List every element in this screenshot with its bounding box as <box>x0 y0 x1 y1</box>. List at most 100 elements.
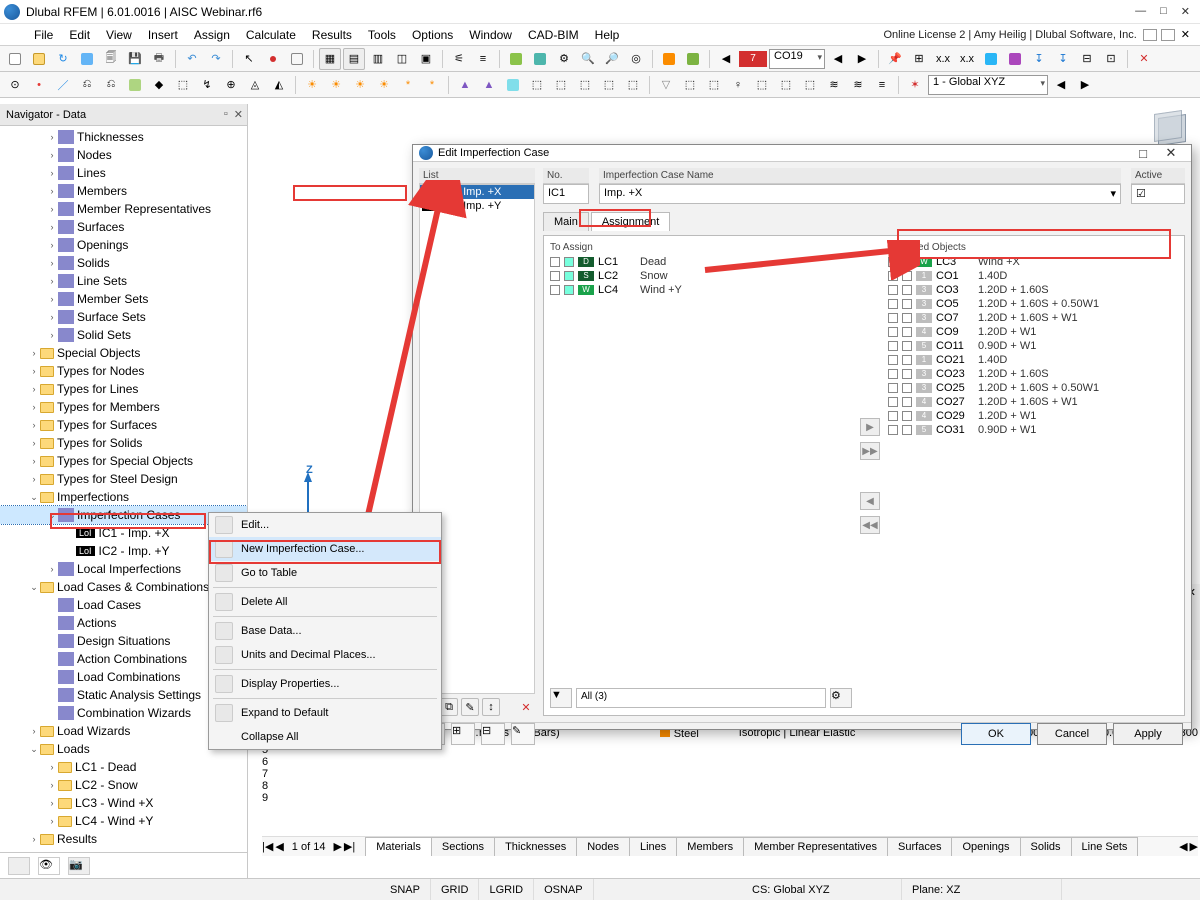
minimize-button[interactable]: — <box>1135 5 1146 18</box>
chart1-icon[interactable] <box>658 48 680 70</box>
menu-item[interactable]: Go to Table <box>209 561 441 585</box>
assigned-row[interactable]: 3CO71.20D + 1.60S + W1 <box>888 311 1178 325</box>
model-icon[interactable] <box>76 48 98 70</box>
assigned-row[interactable]: 5CO310.90D + W1 <box>888 423 1178 437</box>
assigned-row[interactable]: 3CO31.20D + 1.60S <box>888 283 1178 297</box>
menu-results[interactable]: Results <box>304 26 360 44</box>
tree-item[interactable]: ›LC1 - Dead <box>0 758 247 776</box>
tree-item[interactable]: ›LC2 - Snow <box>0 776 247 794</box>
to-assign-row[interactable]: WLC4Wind +Y <box>550 283 852 297</box>
solid1-icon[interactable] <box>505 48 527 70</box>
menu-cadbim[interactable]: CAD-BIM <box>520 26 587 44</box>
search-icon[interactable]: 🔍 <box>577 48 599 70</box>
menu-item[interactable]: Base Data... <box>209 619 441 643</box>
tree-item[interactable]: ›Thicknesses <box>0 128 247 146</box>
bottom-tab[interactable]: Solids <box>1020 837 1072 856</box>
first-page-icon[interactable]: |◀ <box>262 840 273 853</box>
assigned-row[interactable]: 4CO91.20D + W1 <box>888 325 1178 339</box>
tree-item[interactable]: ›Types for Solids <box>0 434 247 452</box>
t2-21-icon[interactable] <box>502 74 524 96</box>
name-field[interactable]: Imp. +X▾ <box>599 184 1121 204</box>
grid5-icon[interactable]: ▣ <box>415 48 437 70</box>
next-page-icon[interactable]: ▶ <box>333 840 341 853</box>
coord-system-combo[interactable]: 1 - Global XYZ <box>928 75 1048 95</box>
foot-4-icon[interactable]: ✎ <box>511 723 535 745</box>
coord-icon[interactable]: ✶ <box>904 74 926 96</box>
t2-11-icon[interactable]: ◬ <box>244 74 266 96</box>
load3-icon[interactable]: ↧ <box>1028 48 1050 70</box>
t2-8-icon[interactable]: ⬚ <box>172 74 194 96</box>
scroll-left-icon[interactable]: ◀ <box>1179 840 1187 853</box>
t2-29-icon[interactable]: ⬚ <box>703 74 725 96</box>
grid1-icon[interactable]: ▦ <box>319 48 341 70</box>
last-page-icon[interactable]: ▶| <box>344 840 355 853</box>
apply-button[interactable]: Apply <box>1113 723 1183 745</box>
calc-icon[interactable]: ⚙ <box>553 48 575 70</box>
list-copy-icon[interactable]: ⧉ <box>440 698 458 716</box>
assigned-row[interactable]: 3CO231.20D + 1.60S <box>888 367 1178 381</box>
filter-opt-icon[interactable]: ⚙ <box>830 688 852 708</box>
menu-insert[interactable]: Insert <box>140 26 186 44</box>
dim-icon[interactable]: ⊞ <box>908 48 930 70</box>
no-field[interactable]: IC1 <box>543 184 589 204</box>
coord-nav-left-icon[interactable]: ◀ <box>1050 74 1072 96</box>
zoom-icon[interactable]: 🔎 <box>601 48 623 70</box>
bottom-tab[interactable]: Openings <box>951 837 1020 856</box>
bottom-tab[interactable]: Materials <box>365 837 432 856</box>
t2-22-icon[interactable]: ⬚ <box>526 74 548 96</box>
tree-item[interactable]: ›Types for Special Objects <box>0 452 247 470</box>
list-icon[interactable]: ≡ <box>472 48 494 70</box>
tree-item[interactable]: ›Special Objects <box>0 344 247 362</box>
tree-item[interactable]: ›LC3 - Wind +X <box>0 794 247 812</box>
scroll-right-icon[interactable]: ▶ <box>1190 840 1198 853</box>
pin-icon[interactable]: 📌 <box>884 48 906 70</box>
assigned-row[interactable]: 3CO51.20D + 1.60S + 0.50W1 <box>888 297 1178 311</box>
t2-20-icon[interactable]: ▲ <box>478 74 500 96</box>
tree-item[interactable]: ›Types for Steel Design <box>0 470 247 488</box>
assigned-row[interactable]: 1CO211.40D <box>888 353 1178 367</box>
grid3-icon[interactable]: ▥ <box>367 48 389 70</box>
close2-icon[interactable]: ✕ <box>1133 48 1155 70</box>
node-icon[interactable] <box>262 48 284 70</box>
filter-funnel-icon[interactable]: ▼ <box>550 688 572 708</box>
tree-item[interactable]: ›Members <box>0 182 247 200</box>
chart2-icon[interactable] <box>682 48 704 70</box>
list-delete-icon[interactable]: ✕ <box>517 698 535 716</box>
dialog-close-icon[interactable]: ✕ <box>1157 145 1185 161</box>
tree-item[interactable]: ›Types for Nodes <box>0 362 247 380</box>
move-left-icon[interactable]: ◀ <box>860 492 880 510</box>
script-icon[interactable]: ⚟ <box>448 48 470 70</box>
table-rows[interactable]: 56789 <box>262 744 1198 834</box>
menu-options[interactable]: Options <box>404 26 461 44</box>
box-icon[interactable] <box>286 48 308 70</box>
cancel-button[interactable]: Cancel <box>1037 723 1107 745</box>
active-checkbox[interactable]: ☑ <box>1131 184 1185 204</box>
foot-2-icon[interactable]: ⊞ <box>451 723 475 745</box>
t2-3-icon[interactable]: ／ <box>52 74 74 96</box>
xxx1-icon[interactable]: x.x <box>932 48 954 70</box>
solid2-icon[interactable] <box>529 48 551 70</box>
menu-file[interactable]: File <box>26 26 61 44</box>
grid4-icon[interactable]: ◫ <box>391 48 413 70</box>
status-lgrid[interactable]: LGRID <box>479 879 534 900</box>
t2-23-icon[interactable]: ⬚ <box>550 74 572 96</box>
multi-save-icon[interactable]: 🗐 <box>100 48 122 70</box>
ok-button[interactable]: OK <box>961 723 1031 745</box>
t2-25-icon[interactable]: ⬚ <box>598 74 620 96</box>
new-icon[interactable] <box>4 48 26 70</box>
menu-item[interactable]: Edit... <box>209 513 441 537</box>
t2-36-icon[interactable]: ≡ <box>871 74 893 96</box>
navfoot-3-icon[interactable]: 📷 <box>68 857 90 875</box>
bottom-tab[interactable]: Member Representatives <box>743 837 888 856</box>
move-all-left-icon[interactable]: ◀◀ <box>860 516 880 534</box>
navfoot-1-icon[interactable] <box>8 857 30 875</box>
max-child-icon[interactable] <box>1161 29 1175 41</box>
navfoot-2-icon[interactable]: 👁 <box>38 857 60 875</box>
tree-item[interactable]: ›Openings <box>0 236 247 254</box>
t2-1-icon[interactable]: ⊙ <box>4 74 26 96</box>
bottom-tab[interactable]: Thicknesses <box>494 837 577 856</box>
load1-icon[interactable] <box>980 48 1002 70</box>
t2-33-icon[interactable]: ⬚ <box>799 74 821 96</box>
save-icon[interactable]: 💾 <box>124 48 146 70</box>
t2-13-icon[interactable]: ☀ <box>301 74 323 96</box>
